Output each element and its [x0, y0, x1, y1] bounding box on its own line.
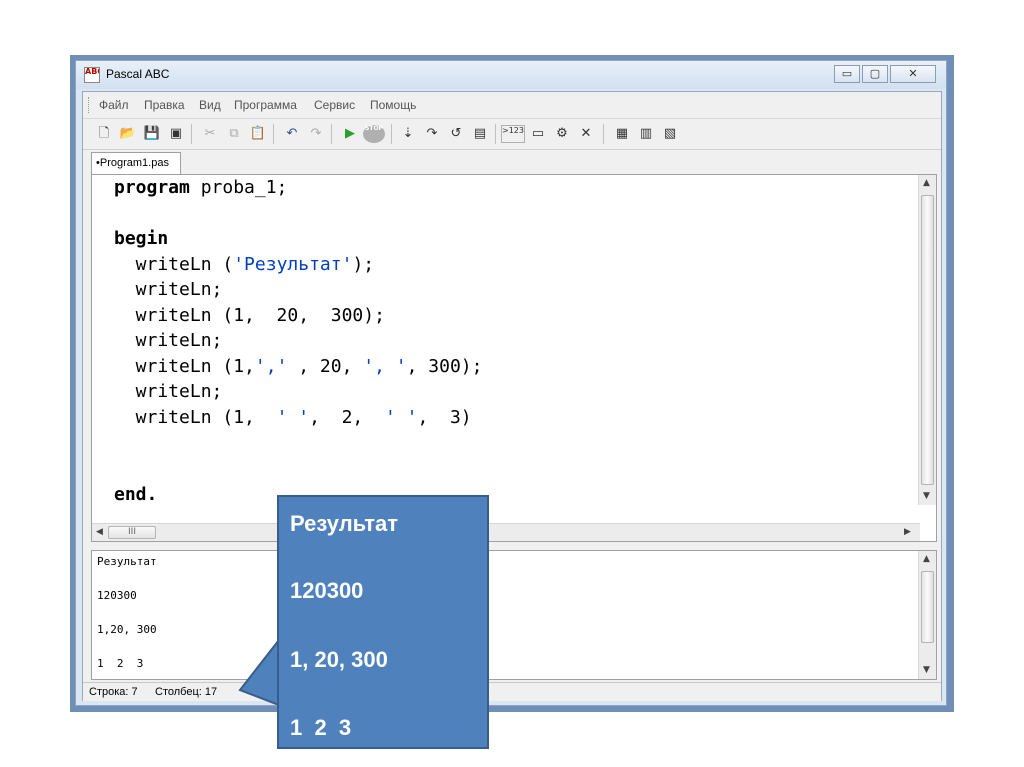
- callout-line: Результат: [290, 511, 399, 536]
- callout-tail: [238, 637, 281, 707]
- callout-line: 1, 20, 300: [290, 647, 388, 672]
- result-callout: Результат 120300 1, 20, 300 1 2 3: [277, 495, 489, 749]
- callout-line: 1 2 3: [290, 715, 352, 740]
- callout-line: 120300: [290, 578, 364, 603]
